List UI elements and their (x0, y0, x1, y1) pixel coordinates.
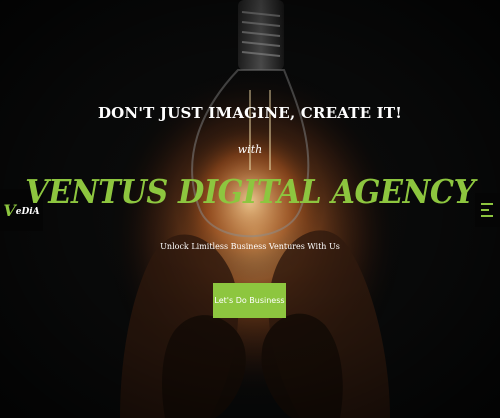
hero-headline: DON'T JUST IMAGINE, CREATE IT! (97, 104, 403, 122)
hero-connector: with (237, 143, 263, 156)
agency-name: VENTUS DIGITAL AGENCY (25, 172, 475, 211)
hamburger-menu-icon-line (481, 209, 489, 211)
hamburger-menu-icon (481, 203, 493, 205)
hamburger-menu-icon-line (481, 215, 493, 217)
logo-letter: V (3, 200, 16, 220)
hero-subtitle: Unlock Limitless Business Ventures With … (160, 242, 340, 251)
hero-section: V eDiA DON'T JUST IMAGINE, CREATE IT! wi… (0, 0, 500, 418)
lets-do-business-button[interactable]: Let's Do Business (213, 283, 286, 318)
